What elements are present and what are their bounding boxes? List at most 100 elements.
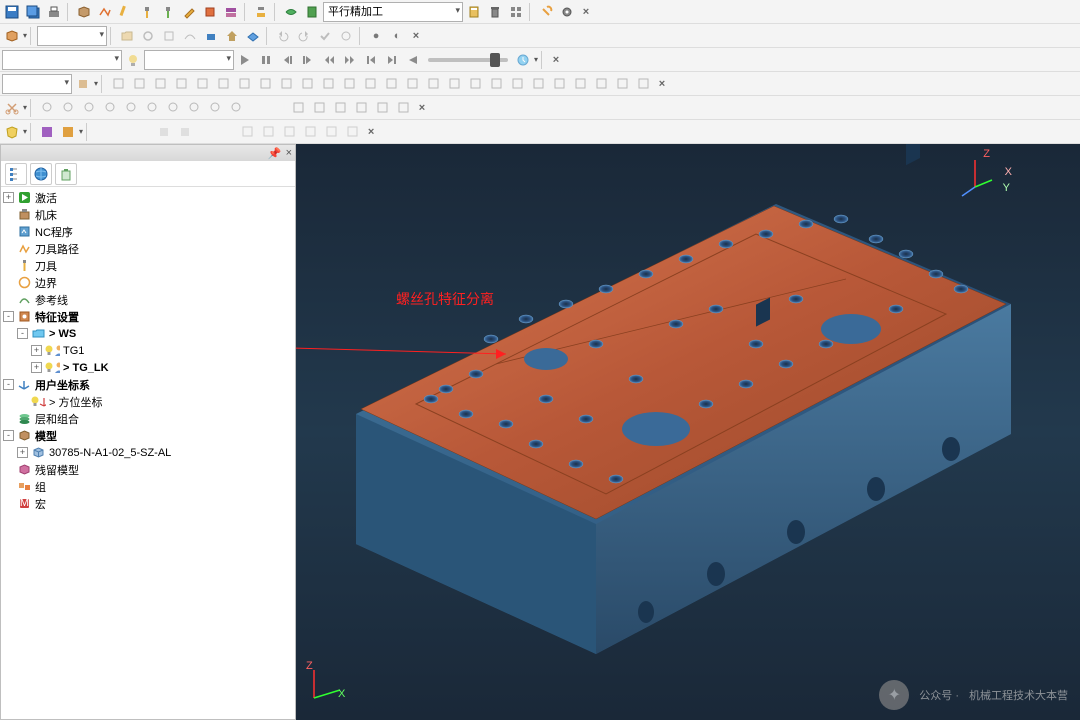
check-icon[interactable] <box>315 26 335 46</box>
tool-item-icon[interactable] <box>486 74 506 94</box>
display-item-icon[interactable] <box>342 122 362 142</box>
display-item-icon[interactable] <box>237 122 257 142</box>
tool-item-icon[interactable] <box>633 74 653 94</box>
plane-icon[interactable] <box>243 26 263 46</box>
display-item-icon[interactable] <box>279 122 299 142</box>
cube2-icon[interactable] <box>175 122 195 142</box>
edit-item-icon[interactable] <box>121 98 141 118</box>
tool-item-icon[interactable] <box>108 74 128 94</box>
bulb-icon[interactable] <box>123 50 143 70</box>
tree-node[interactable]: 刀具路径 <box>3 240 293 257</box>
tool-item-icon[interactable] <box>381 74 401 94</box>
press-icon[interactable] <box>251 2 271 22</box>
edit-item-icon[interactable] <box>309 98 329 118</box>
block-icon[interactable] <box>200 2 220 22</box>
expand-icon[interactable]: + <box>3 192 14 203</box>
expand-icon[interactable]: - <box>3 430 14 441</box>
save-icon[interactable] <box>2 2 22 22</box>
tree-node[interactable]: +TG1 <box>3 342 293 359</box>
panel-pin-icon[interactable]: 📌 <box>268 147 282 160</box>
tool-item-icon[interactable] <box>402 74 422 94</box>
close-icon[interactable]: × <box>578 4 594 20</box>
tree-node[interactable]: -> WS <box>3 325 293 342</box>
empty-dropdown-3[interactable] <box>144 50 234 70</box>
tool2-icon[interactable] <box>158 2 178 22</box>
tool-item-icon[interactable] <box>528 74 548 94</box>
edit-item-icon[interactable] <box>100 98 120 118</box>
expand-icon[interactable]: + <box>31 362 42 373</box>
tree-node[interactable]: 机床 <box>3 206 293 223</box>
delete-icon[interactable] <box>485 2 505 22</box>
tool-item-icon[interactable] <box>192 74 212 94</box>
cube1-icon[interactable] <box>154 122 174 142</box>
tool-item-icon[interactable] <box>549 74 569 94</box>
expand-icon[interactable]: - <box>17 328 28 339</box>
edit-item-icon[interactable] <box>288 98 308 118</box>
tree-node[interactable]: > 方位坐标 <box>3 393 293 410</box>
display-item-icon[interactable] <box>258 122 278 142</box>
close-icon[interactable]: × <box>414 100 430 116</box>
tree-node[interactable]: +> TG_LK <box>3 359 293 376</box>
view2-icon[interactable] <box>159 26 179 46</box>
doc-icon[interactable] <box>302 2 322 22</box>
edit-item-icon[interactable] <box>372 98 392 118</box>
tool-item-icon[interactable] <box>339 74 359 94</box>
tree-node[interactable]: +激活 <box>3 189 293 206</box>
expand-icon[interactable]: + <box>31 345 42 356</box>
undo-icon[interactable] <box>273 26 293 46</box>
play-icon[interactable] <box>235 50 255 70</box>
skip-fwd-icon[interactable] <box>382 50 402 70</box>
edit-item-icon[interactable] <box>205 98 225 118</box>
tool-icon[interactable] <box>137 2 157 22</box>
empty-dropdown-1[interactable] <box>37 26 107 46</box>
speed-slider[interactable] <box>428 58 508 62</box>
edit-item-icon[interactable] <box>226 98 246 118</box>
expand-icon[interactable]: - <box>3 311 14 322</box>
tree-node[interactable]: 残留模型 <box>3 461 293 478</box>
tool-item-icon[interactable] <box>255 74 275 94</box>
tool-item-icon[interactable] <box>150 74 170 94</box>
grid-icon[interactable] <box>506 2 526 22</box>
tree-node[interactable]: 刀具 <box>3 257 293 274</box>
expand-icon[interactable]: + <box>17 447 28 458</box>
tree-node[interactable]: +30785-N-A1-02_5-SZ-AL <box>3 444 293 461</box>
calc-icon[interactable] <box>464 2 484 22</box>
tool-item-icon[interactable] <box>318 74 338 94</box>
step-back-icon[interactable] <box>277 50 297 70</box>
display-item-icon[interactable] <box>321 122 341 142</box>
pkg-icon[interactable] <box>73 74 93 94</box>
redo-icon[interactable] <box>294 26 314 46</box>
operation-dropdown[interactable]: 平行精加工 <box>323 2 463 22</box>
tree-node[interactable]: 层和组合 <box>3 410 293 427</box>
ffwd-icon[interactable] <box>340 50 360 70</box>
edit-item-icon[interactable] <box>37 98 57 118</box>
mat1-icon[interactable] <box>37 122 57 142</box>
edit-item-icon[interactable] <box>58 98 78 118</box>
3d-viewport[interactable]: // scatter holes programmatically const … <box>296 144 1080 720</box>
curve-icon[interactable] <box>180 26 200 46</box>
toolpath-icon[interactable] <box>95 2 115 22</box>
rewind-icon[interactable] <box>319 50 339 70</box>
tree-node[interactable]: M宏 <box>3 495 293 512</box>
edit-item-icon[interactable] <box>79 98 99 118</box>
clock-icon[interactable] <box>513 50 533 70</box>
tool-item-icon[interactable] <box>423 74 443 94</box>
box2-icon[interactable] <box>201 26 221 46</box>
edit-item-icon[interactable] <box>142 98 162 118</box>
mat2-icon[interactable] <box>58 122 78 142</box>
item-icon[interactable]: ● <box>366 26 386 46</box>
close-icon[interactable]: × <box>408 28 424 44</box>
tree-node[interactable]: 参考线 <box>3 291 293 308</box>
close-icon[interactable]: × <box>548 52 564 68</box>
edit-item-icon[interactable] <box>163 98 183 118</box>
tree-node[interactable]: 边界 <box>3 274 293 291</box>
tool-item-icon[interactable] <box>591 74 611 94</box>
skip-back-icon[interactable] <box>361 50 381 70</box>
box-icon[interactable] <box>74 2 94 22</box>
print-icon[interactable] <box>44 2 64 22</box>
tool-item-icon[interactable] <box>612 74 632 94</box>
tool-item-icon[interactable] <box>234 74 254 94</box>
close-icon[interactable]: × <box>654 76 670 92</box>
tool-item-icon[interactable] <box>276 74 296 94</box>
display-item-icon[interactable] <box>300 122 320 142</box>
